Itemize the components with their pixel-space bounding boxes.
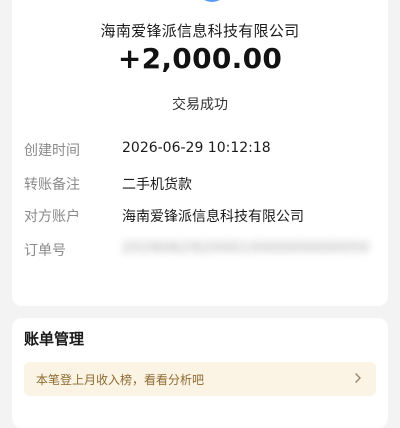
transaction-card: 海南爱锋派信息科技有限公司 +2,000.00 交易成功 创建时间 2026-0… — [12, 0, 388, 306]
detail-value: 二手机货款 — [122, 177, 192, 193]
analysis-hint-text: 本笔登上月收入榜，看看分析吧 — [36, 373, 205, 387]
detail-label: 创建时间 — [24, 143, 80, 159]
detail-value: 2026-06-29 10:12:18 — [122, 140, 271, 156]
detail-label: 转账备注 — [24, 177, 80, 193]
transaction-status: 交易成功 — [172, 97, 228, 113]
detail-row-created-time: 创建时间 2026-06-29 10:12:18 — [12, 140, 388, 162]
transaction-amount: +2,000.00 — [117, 42, 283, 75]
detail-label: 对方账户 — [24, 209, 80, 225]
merchant-avatar-icon — [196, 0, 228, 2]
detail-row-order-number: 订单号 2026062920001000000000050 — [12, 240, 388, 262]
detail-label: 订单号 — [24, 243, 66, 259]
detail-row-counterparty: 对方账户 海南爱锋派信息科技有限公司 — [12, 206, 388, 228]
bill-management-card: 账单管理 本笔登上月收入榜，看看分析吧 — [12, 318, 388, 428]
merchant-name: 海南爱锋派信息科技有限公司 — [100, 22, 300, 40]
detail-row-transfer-note: 转账备注 二手机货款 — [12, 174, 388, 196]
bill-management-title: 账单管理 — [24, 330, 85, 348]
chevron-right-icon — [355, 373, 361, 383]
monthly-analysis-banner[interactable]: 本笔登上月收入榜，看看分析吧 — [24, 362, 376, 396]
detail-value: 海南爱锋派信息科技有限公司 — [122, 209, 304, 225]
order-number-value[interactable]: 2026062920001000000000050 — [122, 240, 370, 256]
